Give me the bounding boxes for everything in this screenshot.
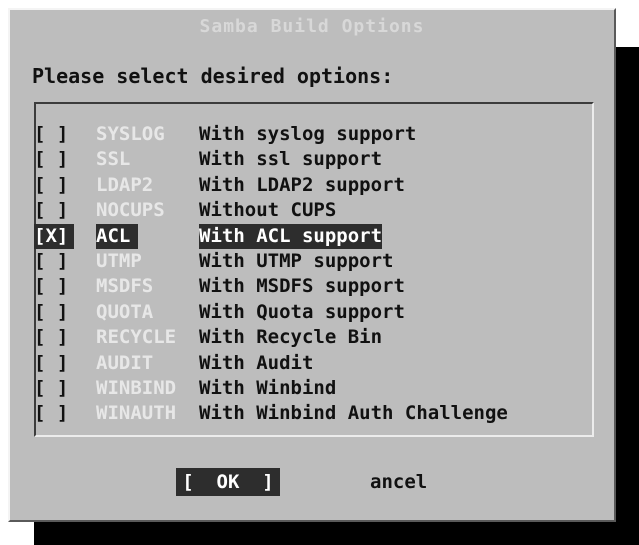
option-checkbox[interactable]: [ ] [34,198,80,223]
option-checkbox[interactable]: [ ] [34,351,80,376]
option-label: With MSDFS support [199,275,405,298]
option-label: Without CUPS [199,199,337,222]
option-label: With ssl support [199,148,383,171]
option-label: With Audit [199,351,314,374]
option-tag: QUOTA [96,300,154,323]
option-checkbox[interactable]: [ ] [34,122,80,147]
option-tag: RECYCLE [96,326,177,349]
button-row: [ OK ] ancel [10,468,614,498]
option-tag: AUDIT [96,351,154,374]
option-label: With LDAP2 support [199,173,405,196]
option-tag: LDAP2 [96,173,154,196]
option-tag: WINBIND [96,377,177,399]
ok-button[interactable]: [ OK ] [176,468,280,496]
option-checkbox[interactable]: [ ] [34,325,80,350]
option-checkbox[interactable]: [ ] [34,376,80,401]
option-tag: SSL [96,148,131,171]
option-label: With Winbind [199,377,337,399]
option-label: With syslog support [199,123,417,145]
prompt-text: Please select desired options: [32,64,394,88]
option-checkbox[interactable]: [ ] [34,147,80,172]
option-tag: SYSLOG [96,123,165,145]
option-label: With Winbind Auth Challenge [199,402,508,425]
dialog-title: Samba Build Options [199,16,425,37]
option-label: With Quota support [199,300,405,323]
option-tag: NOCUPS [96,199,165,222]
option-tag: MSDFS [96,275,154,298]
option-checkbox[interactable]: [ ] [34,274,80,299]
option-label: With UTMP support [199,250,394,272]
option-label: With Recycle Bin [199,326,383,349]
option-tag: WINAUTH [96,402,177,425]
option-checkbox[interactable]: [ ] [34,300,80,325]
cancel-button[interactable]: ancel [370,468,480,496]
option-tag: ACL [96,223,138,249]
option-checkbox[interactable]: [ ] [34,173,80,198]
option-checkbox[interactable]: [ ] [34,401,80,426]
option-checkbox[interactable]: [X] [34,223,74,249]
option-checkbox[interactable]: [ ] [34,249,80,274]
option-label: With ACL support [199,223,383,249]
options-dialog: Samba Build Options Please select desire… [8,8,616,522]
option-tag: UTMP [96,250,142,272]
